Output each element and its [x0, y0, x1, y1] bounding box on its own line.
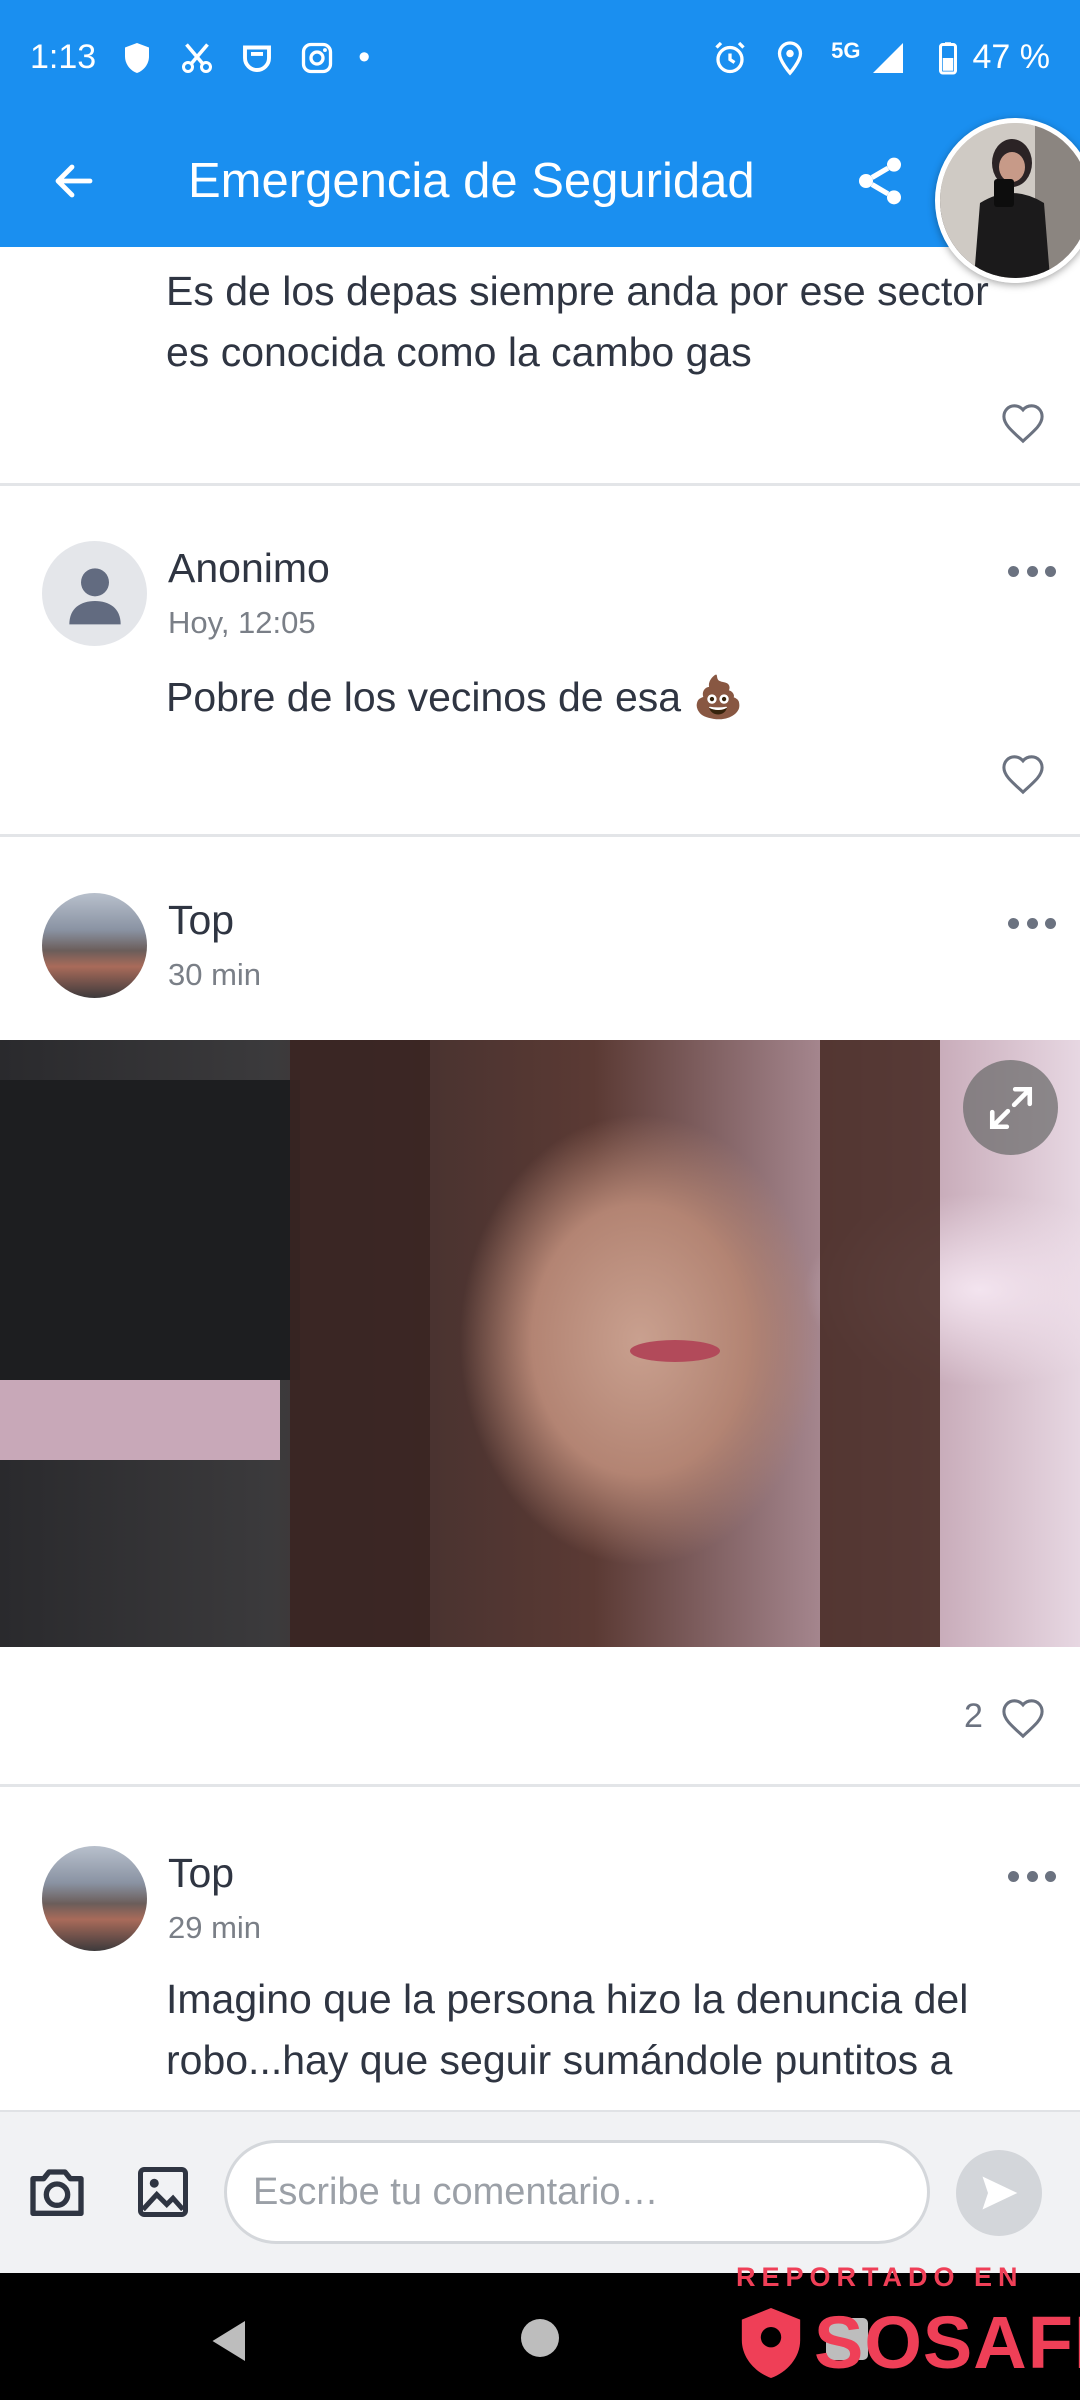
network-type: 5G	[831, 37, 861, 63]
battery-icon	[929, 39, 967, 77]
expand-image-button[interactable]	[963, 1060, 1058, 1155]
like-heart-icon[interactable]	[1000, 402, 1046, 444]
badge-icon	[238, 39, 276, 77]
like-heart-icon[interactable]	[1000, 1697, 1046, 1739]
divider	[0, 1784, 1080, 1787]
back-button[interactable]	[24, 131, 124, 231]
sosafe-watermark: SOSAFE	[736, 2300, 1080, 2385]
watermark-reported-label: REPORTADO EN	[736, 2262, 1024, 2292]
photo-detail	[290, 1040, 430, 1647]
divider	[0, 483, 1080, 486]
send-icon	[982, 2176, 1018, 2210]
nav-home-button[interactable]	[521, 2319, 559, 2357]
photo-detail	[820, 1040, 940, 1647]
comment-time: Hoy, 12:05	[168, 605, 316, 640]
status-time: 1:13	[30, 38, 97, 76]
photo-detail	[0, 1080, 300, 1380]
comment-time: 29 min	[168, 1910, 262, 1945]
camera-button[interactable]	[22, 2157, 92, 2227]
like-count: 2	[964, 1697, 983, 1735]
expand-icon	[989, 1086, 1032, 1129]
page-title: Emergencia de Seguridad	[188, 154, 755, 208]
avatar[interactable]	[42, 541, 147, 646]
battery-level: 47 %	[972, 38, 1051, 76]
user-name[interactable]: Top	[168, 897, 234, 944]
comment-text: Es de los depas siempre anda por ese sec…	[166, 268, 989, 375]
arrow-left-icon	[55, 164, 93, 198]
comment-feed[interactable]: Es de los depas siempre anda por ese sec…	[0, 247, 1080, 2110]
user-name[interactable]: Top	[168, 1850, 234, 1897]
comment-time: 30 min	[168, 957, 262, 992]
more-options-button[interactable]	[1008, 561, 1056, 581]
image-icon	[138, 2167, 188, 2217]
like-heart-icon[interactable]	[1000, 753, 1046, 795]
comment-text: Imagino que la persona hizo la denuncia …	[166, 1976, 969, 2083]
app-bar: Emergencia de Seguridad	[0, 115, 1080, 247]
share-icon	[859, 157, 901, 205]
user-name[interactable]: Anonimo	[168, 545, 330, 592]
camera-icon	[30, 2169, 84, 2216]
avatar[interactable]	[42, 893, 147, 998]
more-options-button[interactable]	[1008, 913, 1056, 933]
nav-back-icon[interactable]	[200, 2311, 260, 2371]
more-options-button[interactable]	[1008, 1866, 1056, 1886]
comment-photo[interactable]	[0, 1040, 1080, 1647]
notification-dot: •	[358, 38, 371, 76]
share-button[interactable]	[840, 141, 920, 221]
comment-text: Pobre de los vecinos de esa 💩	[166, 674, 744, 720]
comment-input[interactable]	[224, 2140, 930, 2244]
location-icon	[771, 39, 809, 77]
user-silhouette-icon	[68, 567, 121, 624]
avatar[interactable]	[42, 1846, 147, 1951]
signal-icon	[869, 39, 907, 77]
status-bar: 1:13 • 5G 47 %	[0, 0, 1080, 115]
photo-detail	[0, 1380, 280, 1460]
send-button[interactable]	[956, 2150, 1042, 2236]
shield-icon	[118, 39, 156, 77]
comment-input-bar	[0, 2110, 1080, 2273]
gallery-button[interactable]	[128, 2157, 198, 2227]
sosafe-shield-icon	[741, 2307, 801, 2378]
scissors-icon	[178, 39, 216, 77]
divider	[0, 834, 1080, 837]
photo-detail	[630, 1340, 720, 1362]
alarm-icon	[711, 39, 749, 77]
sosafe-brand: SOSAFE	[814, 2301, 1080, 2384]
instagram-icon	[298, 39, 336, 77]
